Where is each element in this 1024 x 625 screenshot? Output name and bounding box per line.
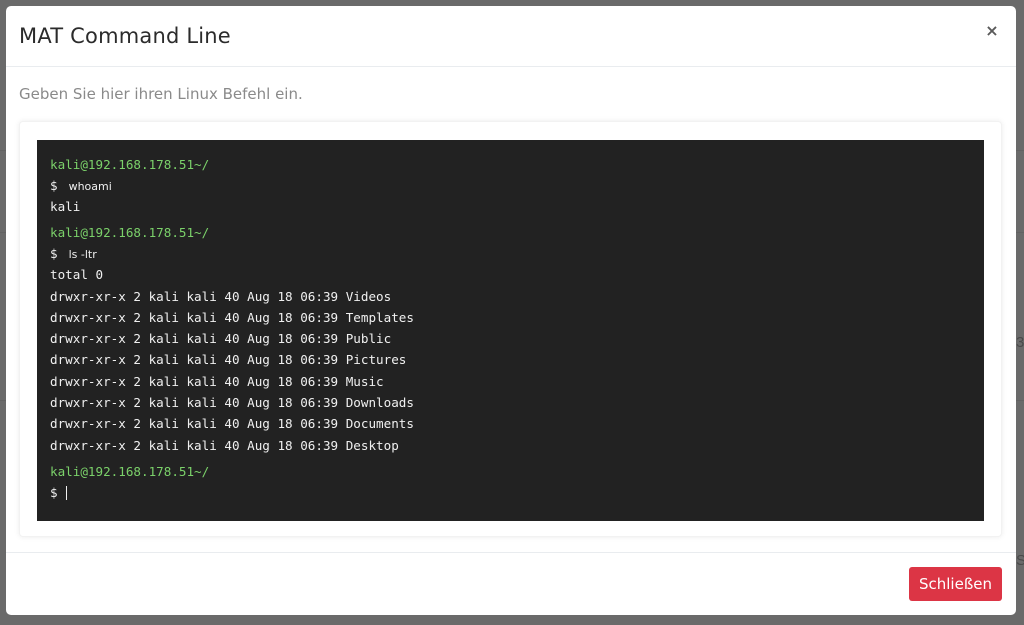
terminal-output-line: drwxr-xr-x 2 kali kali 40 Aug 18 06:39 P… — [50, 331, 392, 347]
terminal-input-line[interactable]: $ — [50, 482, 971, 503]
modal-title: MAT Command Line — [19, 24, 231, 48]
dollar-sign: $ — [50, 484, 58, 500]
text-cursor — [65, 486, 67, 501]
terminal-output-line: drwxr-xr-x 2 kali kali 40 Aug 18 06:39 D… — [50, 395, 414, 411]
terminal-prompt: kali@192.168.178.51~/ — [50, 157, 210, 172]
background-text-fragment: 3 — [1016, 334, 1024, 351]
close-icon[interactable]: × — [982, 20, 1002, 40]
dollar-sign: $ — [50, 178, 58, 193]
close-button[interactable]: Schließen — [909, 567, 1002, 601]
terminal-block: kali@192.168.178.51~/ $ ls -ltr total 0 drwx… — [50, 222, 971, 456]
terminal-command: ls -ltr — [68, 248, 97, 262]
terminal-output-line: drwxr-xr-x 2 kali kali 40 Aug 18 06:39 T… — [50, 309, 414, 325]
instruction-text: Geben Sie hier ihren Linux Befehl ein. — [19, 85, 303, 103]
terminal-output-line: drwxr-xr-x 2 kali kali 40 Aug 18 06:39 P… — [50, 352, 407, 368]
terminal-window[interactable]: kali@192.168.178.51~/$ whoami kali kali@192… — [37, 140, 984, 521]
terminal-prompt: kali@192.168.178.51~/ — [50, 463, 210, 479]
terminal-block: kali@192.168.178.51~/ $ whoami kali — [50, 154, 971, 217]
terminal-card: kali@192.168.178.51~/$ whoami kali kali@192… — [19, 121, 1002, 537]
modal-body: Geben Sie hier ihren Linux Befehl ein. k… — [6, 67, 1016, 537]
terminal-output-line: drwxr-xr-x 2 kali kali 40 Aug 18 06:39 M… — [50, 373, 384, 389]
terminal-output-line: total 0 — [50, 267, 104, 283]
dollar-sign: $ — [50, 246, 58, 262]
modal-footer: Schließen — [6, 552, 1016, 615]
command-line-modal: MAT Command Line × Geben Sie hier ihren … — [6, 6, 1016, 615]
background-text-fragment: S — [1016, 552, 1024, 569]
terminal-output-line: drwxr-xr-x 2 kali kali 40 Aug 18 06:39 V… — [50, 288, 392, 304]
terminal-output-line: kali — [50, 199, 81, 214]
terminal-prompt: kali@192.168.178.51~/ — [50, 225, 210, 241]
terminal-command-line: $ ls -ltr — [50, 243, 971, 264]
terminal-output-line: drwxr-xr-x 2 kali kali 40 Aug 18 06:39 D… — [50, 416, 414, 432]
terminal-command: whoami — [68, 180, 112, 193]
terminal-output-line: drwxr-xr-x 2 kali kali 40 Aug 18 06:39 D… — [50, 437, 399, 453]
terminal-command-line: $ whoami — [50, 175, 971, 196]
modal-header: MAT Command Line × — [6, 6, 1016, 67]
